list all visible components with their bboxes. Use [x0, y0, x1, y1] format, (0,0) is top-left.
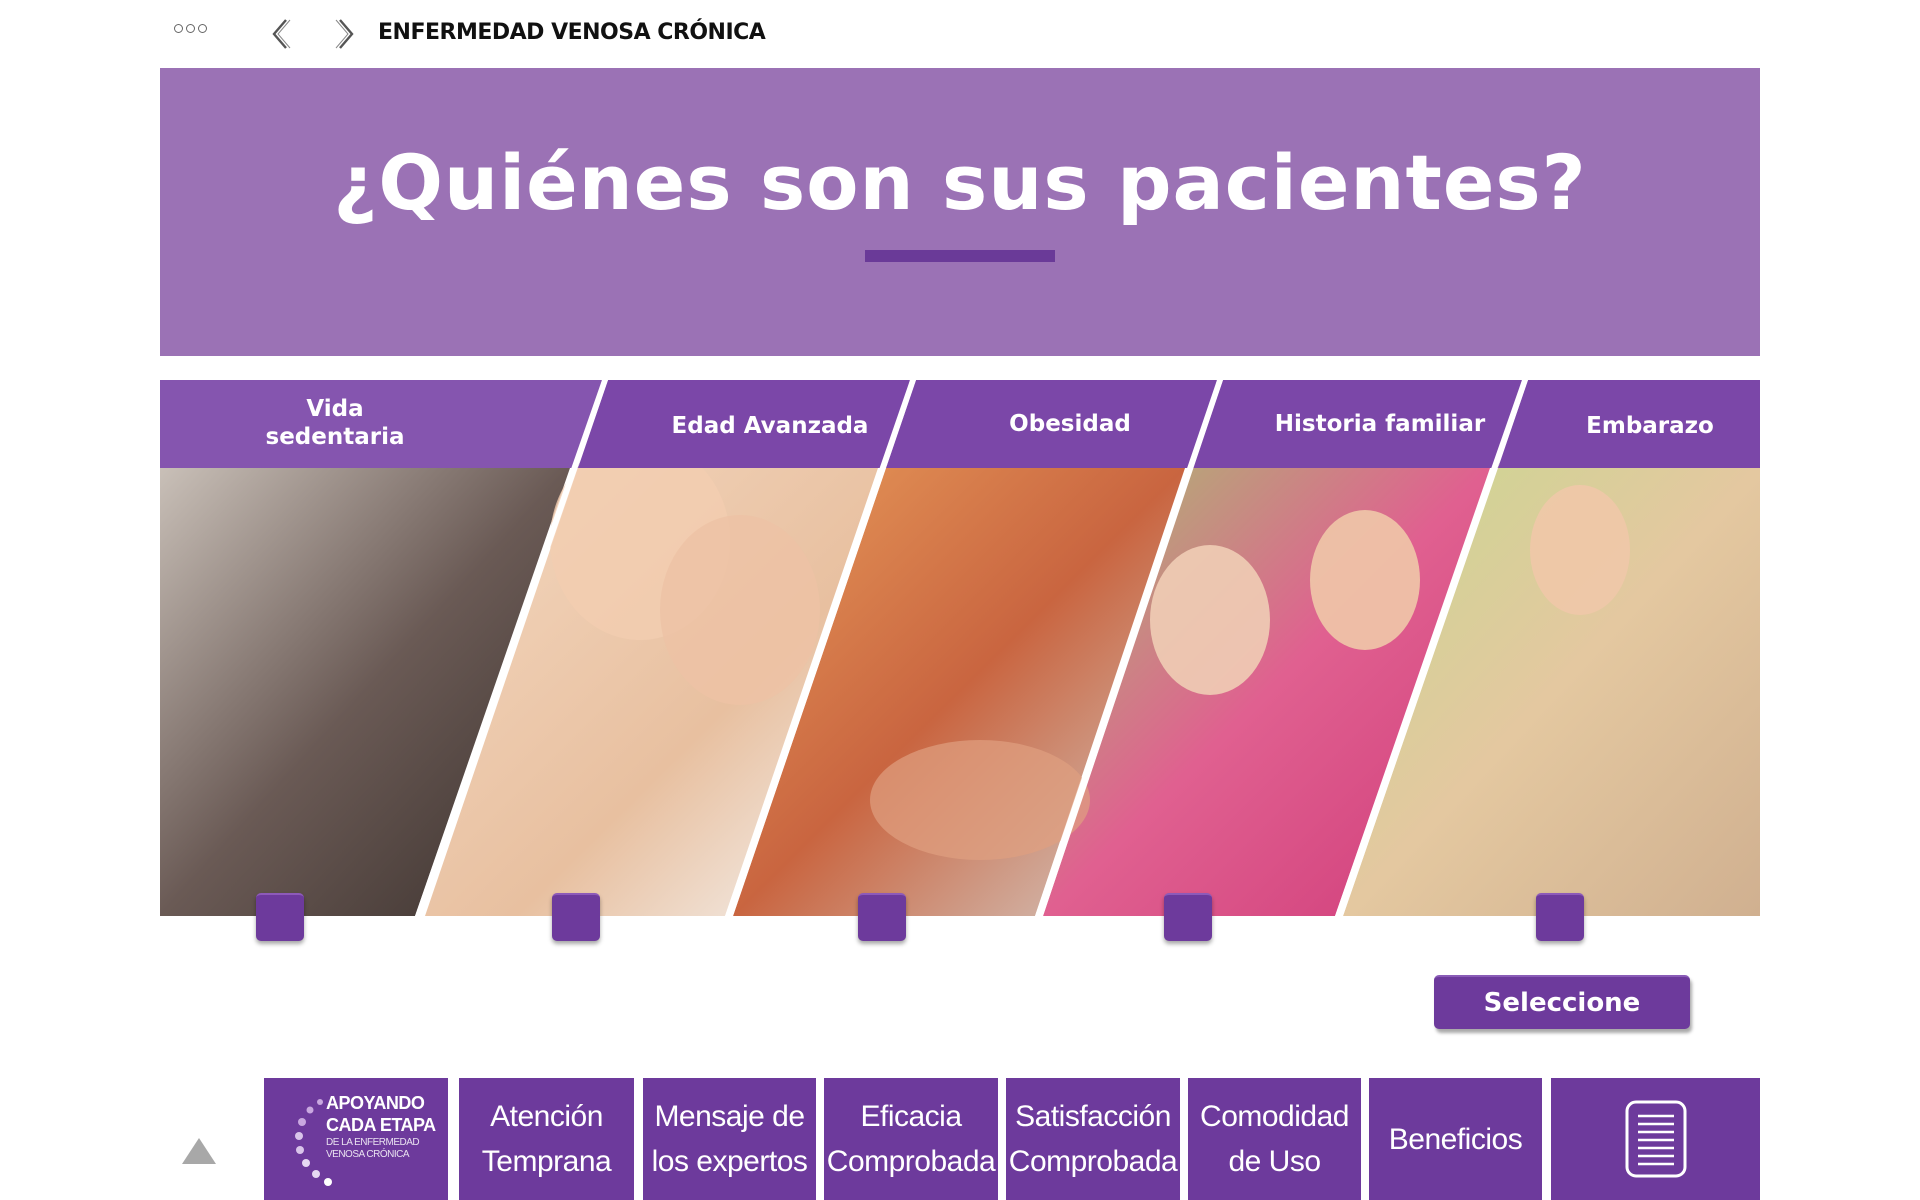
- page-title: ¿Quiénes son sus pacientes?: [333, 138, 1587, 227]
- chevron-right-icon[interactable]: [330, 16, 360, 52]
- select-embarazo-checkbox[interactable]: [1536, 893, 1584, 941]
- logo-line-2: CADA ETAPA: [326, 1115, 436, 1135]
- panels-artwork: [160, 380, 1760, 916]
- select-obesidad-checkbox[interactable]: [858, 893, 906, 941]
- more-dots-icon[interactable]: [174, 24, 207, 33]
- nav-label: Mensaje de los expertos: [651, 1100, 808, 1178]
- nav-eficacia-comprobada[interactable]: Eficacia Comprobada: [824, 1078, 998, 1200]
- nav-mensaje-expertos[interactable]: Mensaje de los expertos: [643, 1078, 816, 1200]
- nav-comodidad-uso[interactable]: Comodidad de Uso: [1188, 1078, 1361, 1200]
- panel-label-edad-avanzada[interactable]: Edad Avanzada: [640, 412, 900, 440]
- chevron-left-icon[interactable]: [266, 16, 296, 52]
- panel-label-embarazo[interactable]: Embarazo: [1540, 412, 1760, 440]
- patient-panels: Vida sedentaria Edad Avanzada Obesidad H…: [160, 380, 1760, 916]
- logo-line-1: APOYANDO: [326, 1093, 425, 1113]
- document-icon: [1625, 1100, 1686, 1178]
- panel-label-vida-sedentaria[interactable]: Vida sedentaria: [230, 395, 440, 451]
- nav-label: Comodidad de Uso: [1200, 1100, 1349, 1178]
- nav-label: Atención Temprana: [481, 1100, 612, 1178]
- panel-label-obesidad[interactable]: Obesidad: [940, 410, 1200, 438]
- nav-beneficios[interactable]: Beneficios: [1369, 1078, 1542, 1200]
- select-vida-sedentaria-checkbox[interactable]: [256, 893, 304, 941]
- select-historia-familiar-checkbox[interactable]: [1164, 893, 1212, 941]
- nav-documents[interactable]: [1551, 1078, 1760, 1200]
- select-edad-avanzada-checkbox[interactable]: [552, 893, 600, 941]
- nav-label: Beneficios: [1388, 1122, 1523, 1156]
- header-banner: ¿Quiénes son sus pacientes?: [160, 68, 1760, 356]
- title-underline: [865, 250, 1055, 262]
- top-bar: ENFERMEDAD VENOSA CRÓNICA: [0, 0, 1920, 68]
- triangle-up-icon[interactable]: [180, 1136, 218, 1166]
- nav-label: Eficacia Comprobada: [826, 1100, 996, 1178]
- nav-satisfaccion-comprobada[interactable]: Satisfacción Comprobada: [1006, 1078, 1180, 1200]
- nav-label: Satisfacción Comprobada: [1008, 1100, 1178, 1178]
- nav-atencion-temprana[interactable]: Atención Temprana: [459, 1078, 634, 1200]
- select-button[interactable]: Seleccione: [1434, 975, 1690, 1029]
- logo-line-4: VENOSA CRÓNICA: [326, 1149, 410, 1160]
- breadcrumb: ENFERMEDAD VENOSA CRÓNICA: [378, 20, 766, 45]
- logo-tile[interactable]: APOYANDO CADA ETAPA DE LA ENFERMEDAD VEN…: [264, 1078, 448, 1200]
- panel-label-historia-familiar[interactable]: Historia familiar: [1240, 410, 1520, 438]
- logo-text: APOYANDO CADA ETAPA DE LA ENFERMEDAD VEN…: [326, 1092, 436, 1162]
